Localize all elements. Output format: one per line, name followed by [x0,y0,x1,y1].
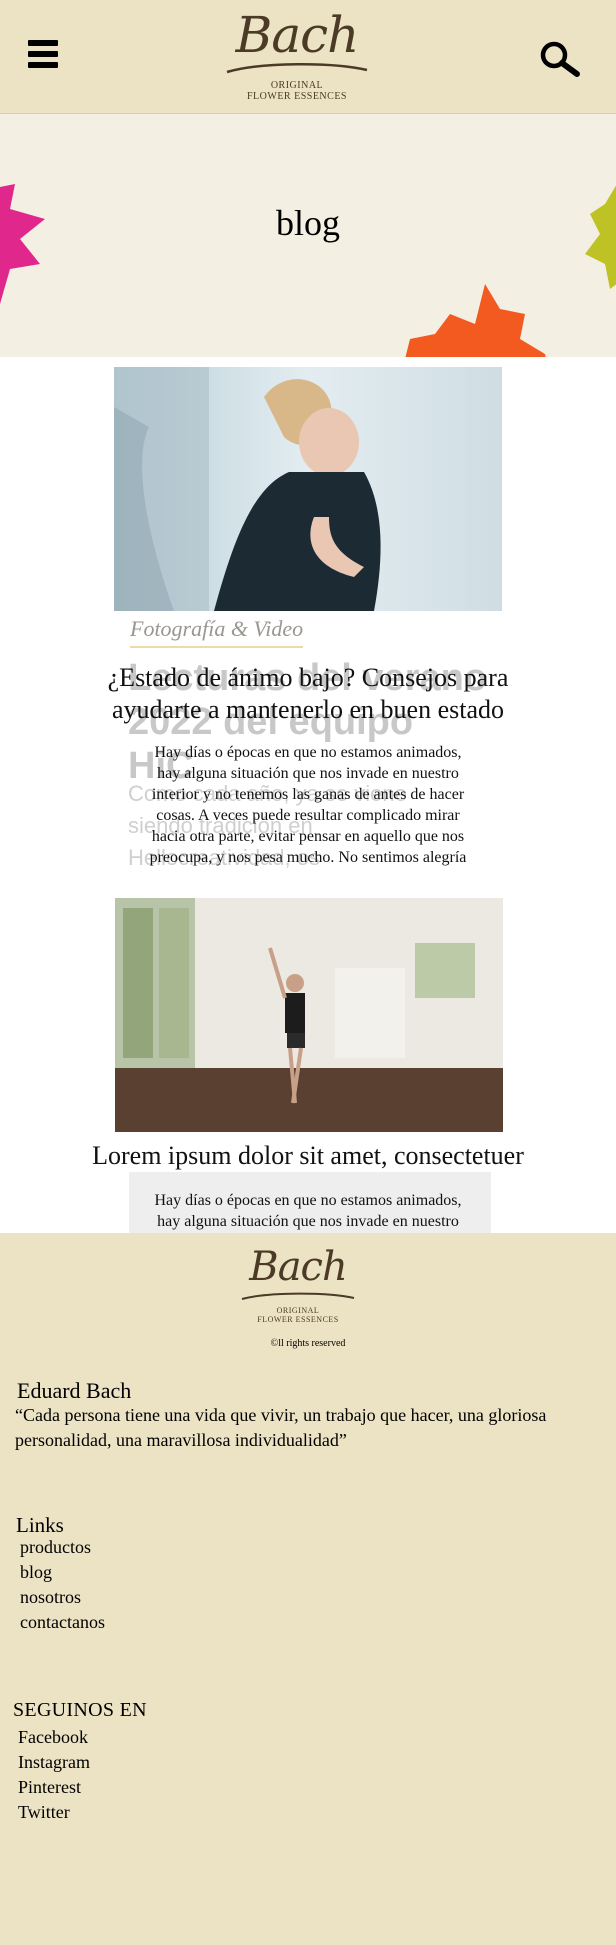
footer-link-productos[interactable]: productos [20,1535,105,1560]
footer-quote: “Cada persona tiene una vida que vivir, … [15,1405,547,1450]
footer-social-list: Facebook Instagram Pinterest Twitter [18,1725,90,1825]
footer-logo-script: Bach [249,1244,347,1290]
bach-logo[interactable]: Bach ORIGINAL FLOWER ESSENCES [222,4,372,108]
footer-social-heading: SEGUINOS EN [13,1699,147,1721]
logo-swash-icon [226,63,368,74]
blog-hero-banner: blog [0,114,616,357]
post-2-image[interactable] [115,898,503,1132]
footer-logo-line-2: FLOWER ESSENCES [257,1315,339,1324]
post-1-excerpt: Hay días o épocas en que no estamos anim… [149,744,467,866]
footer-link-instagram[interactable]: Instagram [18,1750,90,1775]
footer-link-facebook[interactable]: Facebook [18,1725,90,1750]
site-footer: Bach ORIGINAL FLOWER ESSENCES ©ll rights… [0,1233,616,1945]
orange-leaf-icon [405,284,546,357]
post-1-title[interactable]: ¿Estado de ánimo bajo? Consejos para ayu… [85,662,531,726]
logo-line-2: FLOWER ESSENCES [246,91,347,102]
footer-bach-logo[interactable]: Bach ORIGINAL FLOWER ESSENCES [238,1241,358,1324]
post-1-category[interactable]: Fotografía & Video [130,616,304,648]
footer-logo-swash-icon [241,1292,355,1300]
logo-script: Bach [235,6,360,64]
site-header: Bach ORIGINAL FLOWER ESSENCES [0,0,616,114]
footer-logo-line-1: ORIGINAL [276,1306,320,1315]
footer-author-name: Eduard Bach [17,1378,132,1403]
footer-link-blog[interactable]: blog [20,1560,105,1585]
footer-link-nosotros[interactable]: nosotros [20,1585,105,1610]
footer-link-contactanos[interactable]: contactanos [20,1610,105,1635]
post-1-image[interactable] [114,367,502,611]
post-2-excerpt: Hay días o épocas en que no estamos anim… [154,1192,462,1230]
footer-links-list: productos blog nosotros contactanos [20,1535,105,1635]
footer-link-twitter[interactable]: Twitter [18,1800,90,1825]
logo-line-1: ORIGINAL [270,80,324,91]
hamburger-menu-icon[interactable] [28,40,58,70]
search-icon[interactable] [538,40,582,80]
post-2-title[interactable]: Lorem ipsum dolor sit amet, consectetuer [85,1140,531,1172]
copyright-text: ©ll rights reserved [270,1338,346,1349]
page-title: blog [275,203,340,243]
footer-link-pinterest[interactable]: Pinterest [18,1775,90,1800]
